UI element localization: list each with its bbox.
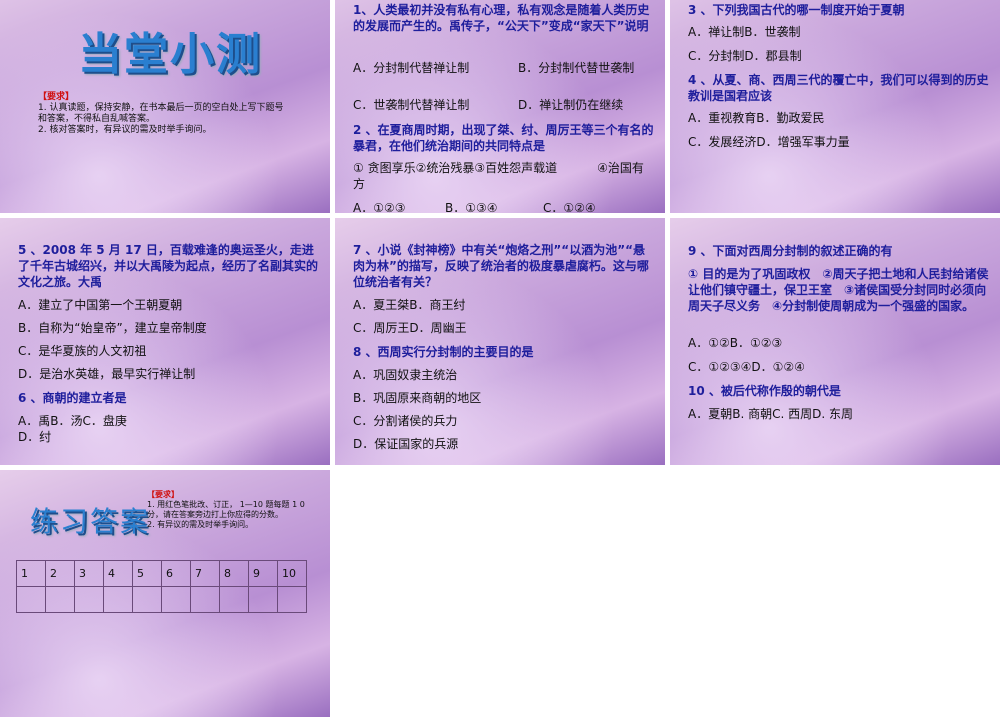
option: A．建立了中国第一个王朝夏朝	[18, 298, 183, 312]
req-line: 2. 核对答案时，有异议的需及时举手询问。	[38, 125, 212, 135]
option: D．禅让制仍在继续	[518, 98, 624, 112]
table-cell: 9	[248, 560, 278, 587]
answer-table: 1 2 3 4 5 6 7 8 9 10	[16, 560, 307, 613]
table-cell: 8	[219, 560, 249, 587]
question-2: 2 、在夏商周时期，出现了桀、纣、周厉王等三个有名的暴君，在他们统治期间的共同特…	[353, 123, 654, 153]
option: D．是治水英雄，最早实行禅让制	[18, 367, 196, 381]
options-row: C．①②③④D．①②④	[688, 359, 990, 375]
requirements: 【要求】 1. 用红色笔批改、订正， 1—10 题每题 1 0 分，请在答案旁边…	[147, 490, 307, 530]
option: C．是华夏族的人文初祖	[18, 344, 147, 358]
option: A．禹	[18, 414, 51, 428]
requirements: 【要求】 1. 认真读题，保持安静，在书本最后一页的空白处上写下题号和答案，不得…	[38, 92, 288, 136]
options-row: C．分封制D．郡县制	[688, 48, 990, 64]
table-cell: 10	[277, 560, 307, 587]
question-1: 1、人类最初并没有私有心理，私有观念是随着人类历史的发展而产生的。禹传子，“公天…	[353, 3, 650, 33]
option: D．周幽王	[409, 321, 467, 335]
option: C．分封制	[688, 49, 745, 63]
options-row: A．重视教育B．勤政爱民	[688, 110, 990, 126]
option: B．汤	[50, 414, 83, 428]
req-label: 【要求】	[38, 92, 75, 102]
question-9: 9 、下面对西周分封制的叙述正确的有	[688, 244, 893, 258]
item: ③百姓怨声载道	[474, 161, 558, 175]
question-7: 7 、小说《封神榜》中有关“炮烙之刑”“以酒为池”“悬肉为林”的描写，反映了统治…	[353, 243, 649, 289]
slide-thumbnail-2[interactable]: 1、人类最初并没有私有心理，私有观念是随着人类历史的发展而产生的。禹传子，“公天…	[335, 0, 665, 213]
table-cell: 6	[161, 560, 191, 587]
option: D. 东周	[812, 407, 853, 421]
option: C．①②④	[543, 201, 596, 213]
table-cell: 1	[16, 560, 46, 587]
option: D．郡县制	[744, 49, 802, 63]
options-row: A．禅让制B．世袭制	[688, 24, 990, 40]
option: A．①②③	[353, 201, 406, 213]
slide-thumbnail-7[interactable]: 练习答案 【要求】 1. 用红色笔批改、订正， 1—10 题每题 1 0 分，请…	[0, 470, 330, 717]
table-cell: 2	[45, 560, 75, 587]
options-row: A．禹B．汤C．盘庚 D．纣	[18, 413, 320, 445]
option: A．重视教育	[688, 111, 757, 125]
option: C．盘庚	[82, 414, 127, 428]
question-8: 8 、西周实行分封制的主要目的是	[353, 345, 534, 359]
req-line: 1. 认真读题，保持安静，在书本最后一页的空白处上写下题号和答案，不得私自乱喊答…	[38, 103, 284, 124]
option: A．禅让制	[688, 25, 745, 39]
options-row: C．周厉王D．周幽王	[353, 320, 655, 336]
options-row: A．①②③ B．①③④ C．①②④	[353, 200, 655, 213]
slide-thumbnail-5[interactable]: 7 、小说《封神榜》中有关“炮烙之刑”“以酒为池”“悬肉为林”的描写，反映了统治…	[335, 218, 665, 465]
question-9-items: ① 目的是为了巩固政权 ②周天子把土地和人民封给诸侯让他们镇守疆土，保卫王室 ③…	[688, 267, 989, 313]
slide-thumbnail-6[interactable]: 9 、下面对西周分封制的叙述正确的有 ① 目的是为了巩固政权 ②周天子把土地和人…	[670, 218, 1000, 465]
option: D．增强军事力量	[756, 135, 850, 149]
option: B．①②③	[729, 336, 783, 350]
slide-thumbnail-3[interactable]: 3 、下列我国古代的哪一制度开始于夏朝 A．禅让制B．世袭制 C．分封制D．郡县…	[670, 0, 1000, 213]
table-cell: 5	[132, 560, 162, 587]
option: D．保证国家的兵源	[353, 437, 459, 451]
req-label: 【要求】	[147, 490, 179, 499]
options-row: C．发展经济D．增强军事力量	[688, 134, 990, 150]
option: C．周厉王	[353, 321, 410, 335]
option: C．①②③④	[688, 360, 752, 374]
slide-title: 当堂小测	[78, 29, 262, 80]
options-row: A．夏朝B. 商朝C. 西周D. 东周	[688, 406, 990, 422]
slide-thumbnail-4[interactable]: 5 、2008 年 5 月 17 日，百载难逢的奥运圣火，走进了千年古城绍兴，并…	[0, 218, 330, 465]
req-line: 2. 有异议的需及时举手询问。	[147, 520, 254, 529]
question-4: 4 、从夏、商、西周三代的覆亡中，我们可以得到的历史教训是国君应该	[688, 73, 989, 103]
option: C．世袭制代替禅让制	[353, 98, 470, 112]
options-row: A．夏王桀B．商王纣	[353, 297, 655, 313]
option: B. 商朝	[732, 407, 773, 421]
option: B．巩固原来商朝的地区	[353, 391, 482, 405]
option: B．勤政爱民	[756, 111, 825, 125]
option: C．分割诸侯的兵力	[353, 414, 458, 428]
option: B．世袭制	[744, 25, 801, 39]
question-6: 6 、商朝的建立者是	[18, 391, 127, 405]
option: A．①②	[688, 336, 730, 350]
option: A．夏王桀	[353, 298, 410, 312]
item: ① 贪图享乐	[353, 161, 416, 175]
question-2-items: ① 贪图享乐②统治残暴③百姓怨声载道 ④治国有方	[353, 160, 655, 192]
slide-thumbnail-1[interactable]: 当堂小测 【要求】 1. 认真读题，保持安静，在书本最后一页的空白处上写下题号和…	[0, 0, 330, 213]
option: C. 西周	[772, 407, 813, 421]
option: A．夏朝	[688, 407, 733, 421]
option: B．分封制代替世袭制	[518, 61, 635, 75]
question-5: 5 、2008 年 5 月 17 日，百载难逢的奥运圣火，走进了千年古城绍兴，并…	[18, 243, 319, 289]
table-header-row: 1 2 3 4 5 6 7 8 9 10	[16, 560, 307, 587]
question-10: 10 、被后代称作殷的朝代是	[688, 384, 841, 398]
slide-title: 练习答案	[30, 505, 151, 538]
item: ②统治残暴	[415, 161, 475, 175]
option: B．商王纣	[409, 298, 466, 312]
table-cell: 7	[190, 560, 220, 587]
table-cell: 3	[74, 560, 104, 587]
question-3: 3 、下列我国古代的哪一制度开始于夏朝	[688, 3, 905, 17]
option: C．发展经济	[688, 135, 757, 149]
option: B．自称为“始皇帝”，建立皇帝制度	[18, 321, 207, 335]
options-row: A．①②B．①②③	[688, 335, 990, 351]
option: A．分封制代替禅让制	[353, 61, 470, 75]
option: D．①②④	[751, 360, 805, 374]
option: B．①③④	[445, 201, 498, 213]
option: A．巩固奴隶主统治	[353, 368, 458, 382]
options-row: A．分封制代替禅让制 B．分封制代替世袭制	[353, 60, 655, 76]
req-line: 1. 用红色笔批改、订正， 1—10 题每题 1 0 分，请在答案旁边打上你应得…	[147, 500, 305, 519]
option: D．纣	[18, 430, 52, 444]
options-row: C．世袭制代替禅让制 D．禅让制仍在继续	[353, 97, 655, 113]
table-cell: 4	[103, 560, 133, 587]
